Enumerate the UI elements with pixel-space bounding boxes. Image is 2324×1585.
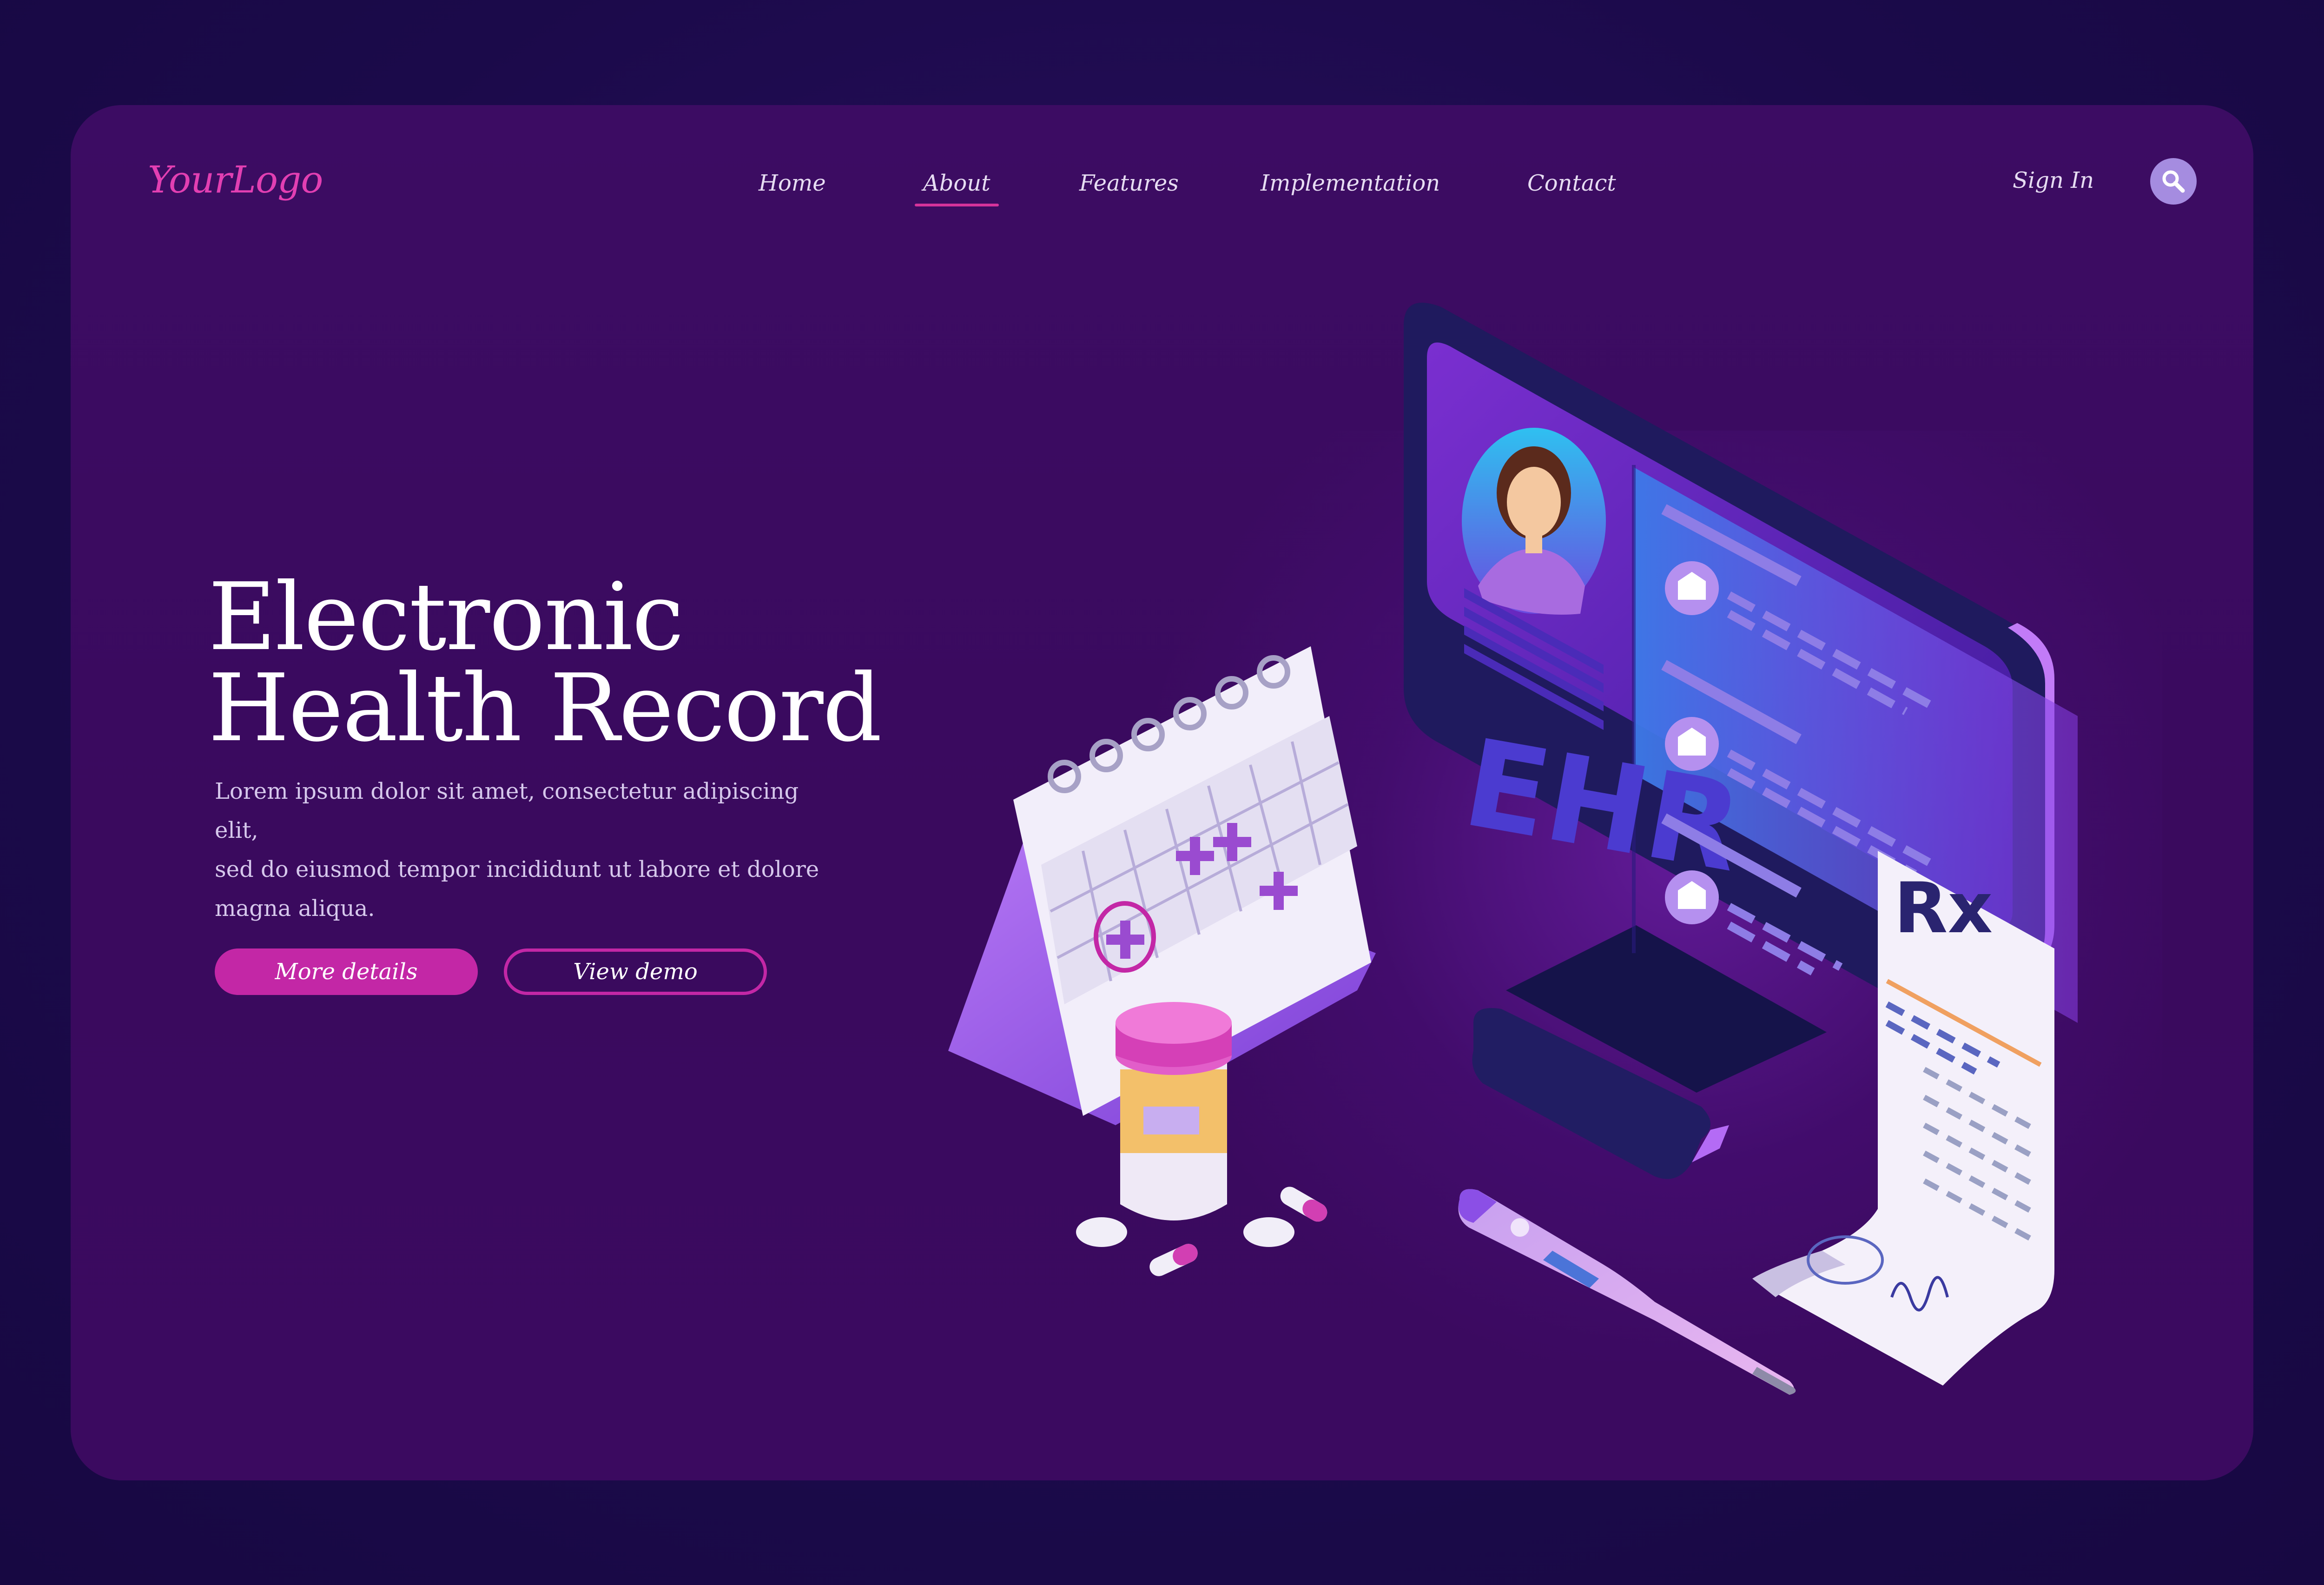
thermometer xyxy=(1458,1189,1796,1395)
ehr-illustration: EHR Rx xyxy=(948,303,2078,1395)
pill-bottle xyxy=(1116,1002,1232,1220)
rx-symbol: Rx xyxy=(1894,868,1993,949)
avatar xyxy=(1462,428,1606,615)
